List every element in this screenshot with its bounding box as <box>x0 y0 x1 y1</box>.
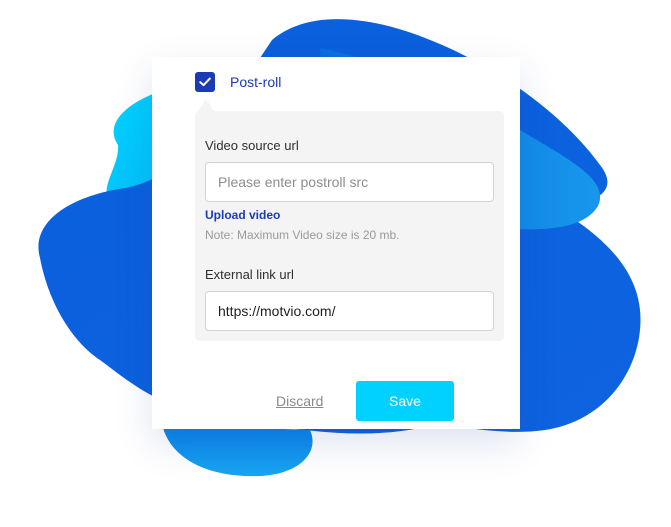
post-roll-options-panel: Video source url Upload video Note: Maxi… <box>195 99 504 341</box>
post-roll-settings-card: Post-roll Video source url Upload video … <box>152 57 520 429</box>
external-link-label: External link url <box>205 267 294 282</box>
upload-video-link[interactable]: Upload video <box>205 207 280 223</box>
post-roll-checkbox[interactable] <box>195 72 215 92</box>
checkmark-icon <box>199 77 211 87</box>
video-source-input[interactable] <box>205 162 494 202</box>
video-source-label: Video source url <box>205 138 299 153</box>
post-roll-toggle-row[interactable]: Post-roll <box>195 71 281 93</box>
external-link-input[interactable] <box>205 291 494 331</box>
upload-size-note: Note: Maximum Video size is 20 mb. <box>205 228 400 242</box>
blob-light-bottom <box>162 424 313 477</box>
save-button[interactable]: Save <box>356 381 454 421</box>
discard-button[interactable]: Discard <box>276 391 323 411</box>
panel-pointer <box>198 99 214 111</box>
stage: Post-roll Video source url Upload video … <box>0 0 671 527</box>
post-roll-label[interactable]: Post-roll <box>230 71 281 93</box>
